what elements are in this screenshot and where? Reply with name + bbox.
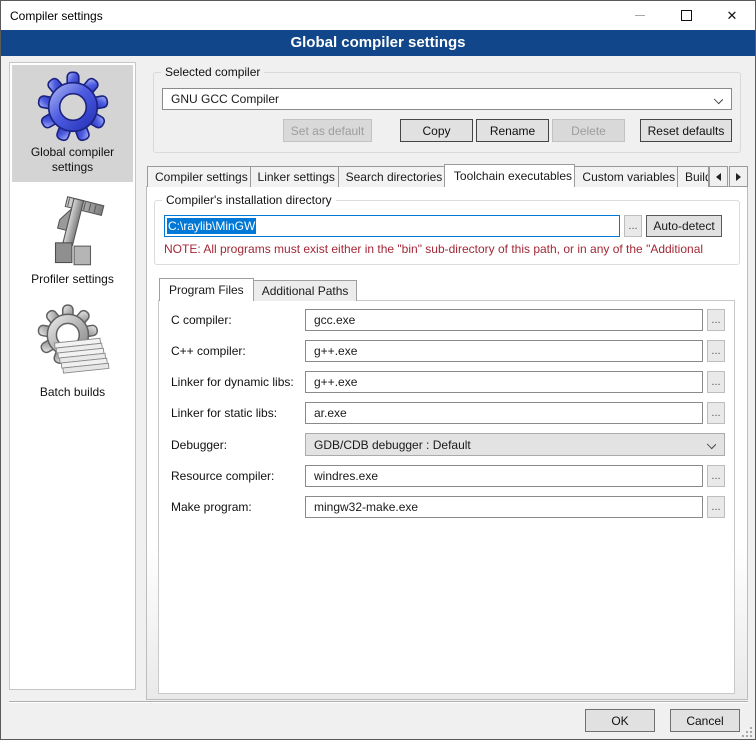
cpp-compiler-input[interactable]: g++.exe (305, 340, 703, 362)
set-as-default-button[interactable]: Set as default (283, 119, 372, 142)
installation-directory-row: C:\raylib\MinGW ... Auto-detect (164, 215, 730, 237)
title-bar: Compiler settings ✕ (1, 1, 755, 30)
sidebar-item-label: Profiler settings (31, 272, 114, 287)
c-compiler-input[interactable]: gcc.exe (305, 309, 703, 331)
debugger-row: Debugger: GDB/CDB debugger : Default (168, 433, 725, 456)
copy-button[interactable]: Copy (400, 119, 473, 142)
settings-sidebar: Global compiler settings (9, 62, 136, 690)
tab-additional-paths[interactable]: Additional Paths (253, 280, 358, 301)
reset-defaults-button[interactable]: Reset defaults (640, 119, 732, 142)
program-files-page: C compiler: gcc.exe ... C++ compiler: g+… (158, 300, 735, 694)
compiler-select-value: GNU GCC Compiler (171, 92, 279, 106)
page-title: Global compiler settings (1, 30, 755, 56)
make-program-label: Make program: (168, 500, 305, 514)
resource-compiler-row: Resource compiler: windres.exe ... (168, 465, 725, 487)
settings-tab-strip: Compiler settings Linker settings Search… (146, 164, 748, 187)
installation-directory-browse-button[interactable]: ... (624, 215, 642, 237)
minimize-icon (635, 15, 645, 16)
cancel-button[interactable]: Cancel (670, 709, 740, 732)
installation-directory-group-label: Compiler's installation directory (162, 193, 336, 207)
ok-button[interactable]: OK (585, 709, 655, 732)
sidebar-item-batch-builds[interactable]: Batch builds (10, 299, 135, 400)
linker-dynamic-row: Linker for dynamic libs: g++.exe ... (168, 371, 725, 393)
c-compiler-browse-button[interactable]: ... (707, 309, 725, 331)
debugger-select[interactable]: GDB/CDB debugger : Default (305, 433, 725, 456)
debugger-select-value: GDB/CDB debugger : Default (314, 438, 471, 452)
sidebar-item-label: Global compiler settings (31, 145, 114, 175)
tab-scroll-right-button[interactable] (729, 166, 748, 187)
compiler-settings-dialog: Compiler settings ✕ Global compiler sett… (0, 0, 756, 740)
blue-gear-icon (36, 69, 110, 145)
maximize-button[interactable] (663, 1, 709, 30)
caliper-icon (38, 194, 108, 272)
tab-program-files[interactable]: Program Files (159, 278, 254, 301)
sidebar-item-label: Batch builds (40, 385, 105, 400)
tab-compiler-settings[interactable]: Compiler settings (147, 166, 251, 187)
minimize-button[interactable] (617, 1, 663, 30)
arrow-right-icon (736, 173, 741, 181)
linker-dynamic-label: Linker for dynamic libs: (168, 375, 305, 389)
c-compiler-label: C compiler: (168, 313, 305, 327)
linker-static-row: Linker for static libs: ar.exe ... (168, 402, 725, 424)
toolchain-executables-page: Compiler's installation directory C:\ray… (146, 186, 748, 700)
tab-build-options[interactable]: Build options (677, 166, 709, 187)
delete-button[interactable]: Delete (552, 119, 625, 142)
resource-compiler-label: Resource compiler: (168, 469, 305, 483)
linker-static-input[interactable]: ar.exe (305, 402, 703, 424)
rename-button[interactable]: Rename (476, 119, 549, 142)
compiler-buttons-row: Set as default Copy Rename Delete Reset … (162, 119, 732, 142)
footer-separator (9, 701, 748, 703)
chevron-down-icon (707, 440, 716, 449)
main-panel: Selected compiler GNU GCC Compiler Set a… (146, 60, 748, 700)
tab-search-directories[interactable]: Search directories (338, 166, 445, 187)
linker-dynamic-browse-button[interactable]: ... (707, 371, 725, 393)
note-text: NOTE: All programs must exist either in … (164, 242, 730, 256)
gray-gear-stack-icon (33, 303, 113, 385)
linker-static-browse-button[interactable]: ... (707, 402, 725, 424)
resize-grip[interactable] (740, 725, 754, 739)
selected-compiler-group-label: Selected compiler (161, 65, 264, 79)
arrow-left-icon (716, 173, 721, 181)
auto-detect-button[interactable]: Auto-detect (646, 215, 722, 237)
debugger-label: Debugger: (168, 438, 305, 452)
maximize-icon (681, 10, 692, 21)
linker-dynamic-input[interactable]: g++.exe (305, 371, 703, 393)
selected-compiler-group: Selected compiler GNU GCC Compiler Set a… (153, 72, 741, 153)
window-title: Compiler settings (1, 9, 617, 23)
c-compiler-row: C compiler: gcc.exe ... (168, 309, 725, 331)
installation-directory-group: Compiler's installation directory C:\ray… (154, 200, 740, 265)
programs-tab-strip: Program Files Additional Paths (159, 278, 747, 301)
resource-compiler-input[interactable]: windres.exe (305, 465, 703, 487)
resource-compiler-browse-button[interactable]: ... (707, 465, 725, 487)
compiler-select[interactable]: GNU GCC Compiler (162, 88, 732, 110)
make-program-browse-button[interactable]: ... (707, 496, 725, 518)
installation-directory-input[interactable]: C:\raylib\MinGW (164, 215, 620, 237)
tab-custom-variables[interactable]: Custom variables (574, 166, 678, 187)
installation-directory-value: C:\raylib\MinGW (167, 218, 256, 234)
close-button[interactable]: ✕ (709, 1, 755, 30)
cpp-compiler-label: C++ compiler: (168, 344, 305, 358)
tab-scroll-left-button[interactable] (709, 166, 728, 187)
dialog-content: Global compiler settings (1, 56, 755, 740)
make-program-row: Make program: mingw32-make.exe ... (168, 496, 725, 518)
cpp-compiler-browse-button[interactable]: ... (707, 340, 725, 362)
make-program-input[interactable]: mingw32-make.exe (305, 496, 703, 518)
tab-linker-settings[interactable]: Linker settings (250, 166, 339, 187)
tab-scroll-buttons (708, 166, 748, 187)
close-icon: ✕ (727, 9, 738, 22)
cpp-compiler-row: C++ compiler: g++.exe ... (168, 340, 725, 362)
tab-toolchain-executables[interactable]: Toolchain executables (444, 164, 576, 187)
sidebar-item-global-compiler-settings[interactable]: Global compiler settings (12, 65, 133, 182)
sidebar-item-profiler-settings[interactable]: Profiler settings (10, 190, 135, 287)
linker-static-label: Linker for static libs: (168, 406, 305, 420)
chevron-down-icon (714, 95, 723, 104)
